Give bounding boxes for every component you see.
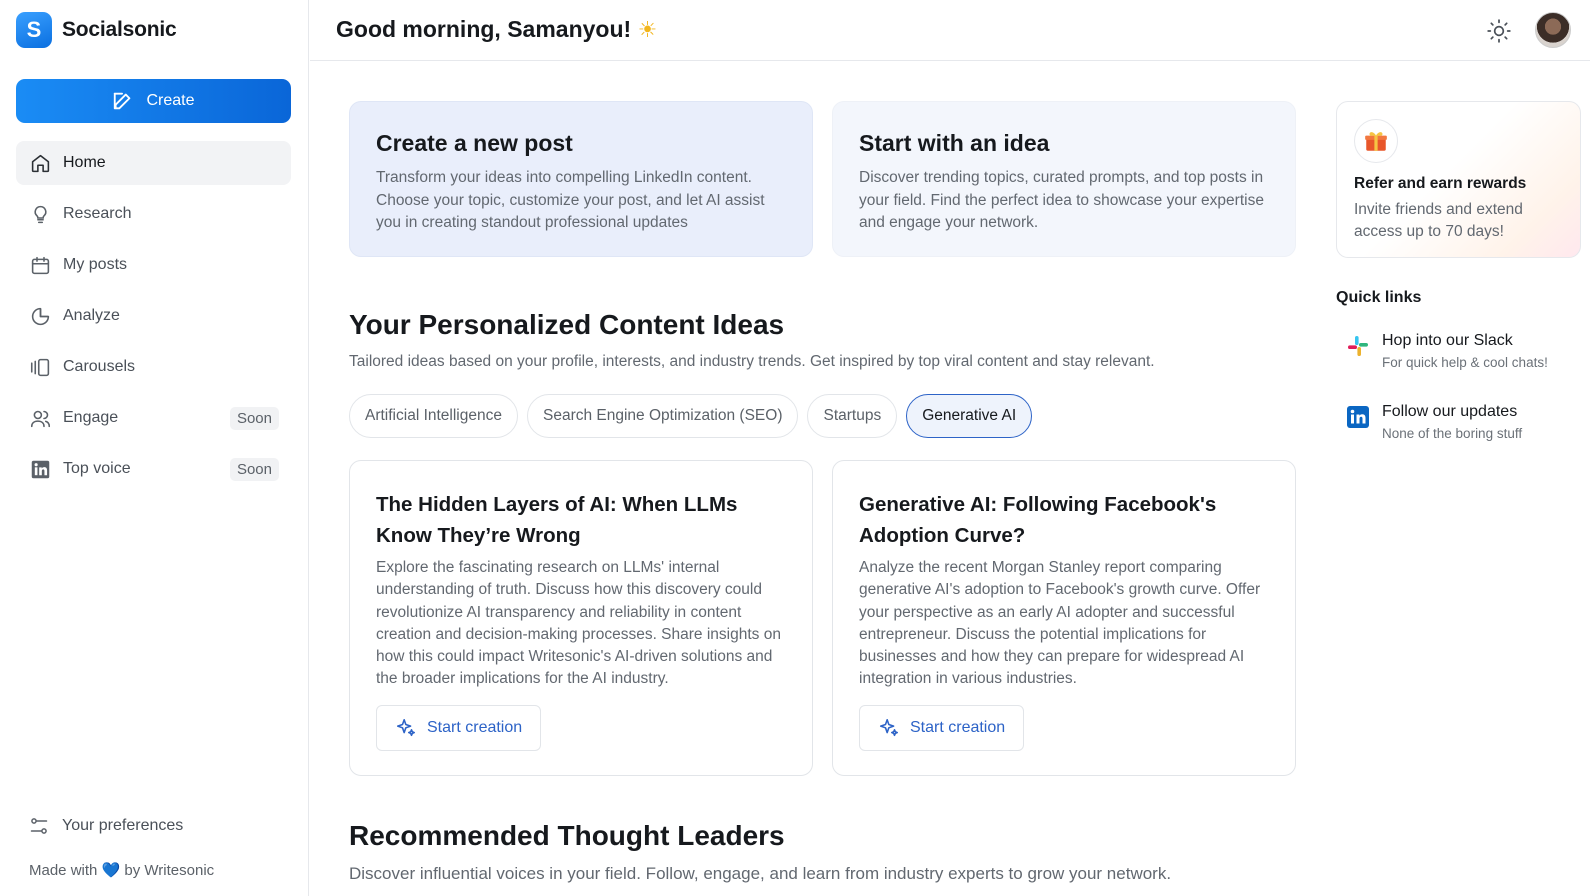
idea-title: Generative AI: Following Facebook's Adop… [859, 493, 1217, 547]
sidebar-item-label: Analyze [63, 307, 120, 324]
quick-links-title: Quick links [1336, 289, 1422, 306]
sun-icon [1487, 19, 1511, 43]
button-label: Start creation [427, 719, 523, 736]
home-icon [29, 152, 51, 174]
section-title: Recommended Thought Leaders [349, 820, 785, 851]
topic-chip[interactable]: Startups [807, 394, 898, 438]
brand-logo-icon: S [16, 12, 52, 48]
soon-badge: Soon [229, 406, 279, 430]
sidebar-item-engage[interactable]: Engage Soon [16, 396, 291, 440]
footer-prefix: Made with [29, 862, 98, 879]
footer-credit: Made with 💙 by Writesonic [29, 861, 214, 879]
idea-body: Explore the fascinating research on LLMs… [376, 559, 781, 688]
sidebar-item-my-posts[interactable]: My posts [16, 243, 291, 287]
brand[interactable]: S Socialsonic [16, 12, 177, 48]
carousel-icon [29, 356, 51, 378]
quick-link-title: Hop into our Slack [1382, 332, 1513, 349]
soon-badge: Soon [229, 457, 279, 481]
start-creation-button[interactable]: Start creation [859, 705, 1025, 751]
users-icon [29, 407, 51, 429]
sidebar-item-label: Carousels [63, 358, 136, 375]
card-body: Transform your ideas into compelling Lin… [376, 169, 765, 231]
refer-title: Refer and earn rewards [1354, 175, 1527, 192]
card-body: Discover trending topics, curated prompt… [859, 169, 1264, 231]
top-header: Good morning, Samanyou! ☀ [310, 0, 1590, 61]
refer-card[interactable]: Refer and earn rewards Invite friends an… [1336, 101, 1581, 258]
topic-chip-selected[interactable]: Generative AI [906, 394, 1033, 438]
quick-link-subtitle: None of the boring stuff [1382, 426, 1523, 441]
sidebar-item-analyze[interactable]: Analyze [16, 294, 291, 338]
preferences-label: Your preferences [62, 817, 184, 834]
sidebar-item-label: My posts [63, 256, 128, 273]
sidebar-item-top-voice[interactable]: Top voice Soon [16, 447, 291, 491]
card-title: Start with an idea [859, 130, 1050, 156]
sidebar-item-label: Engage [63, 409, 119, 426]
pie-chart-icon [29, 305, 51, 327]
idea-body: Analyze the recent Morgan Stanley report… [859, 559, 1261, 688]
quick-link-linkedin[interactable]: Follow our updates None of the boring st… [1346, 403, 1522, 441]
sidebar: S Socialsonic Create Home Research My po… [0, 0, 309, 896]
card-title: Create a new post [376, 130, 573, 156]
preferences-link[interactable]: Your preferences [29, 816, 183, 836]
greeting-text: Good morning, Samanyou! [336, 16, 632, 42]
sidebar-item-label: Research [63, 205, 132, 222]
quick-link-title: Follow our updates [1382, 403, 1518, 420]
sidebar-item-research[interactable]: Research [16, 192, 291, 236]
sparkles-icon [879, 718, 899, 737]
footer-suffix: by Writesonic [124, 862, 215, 879]
section-subtitle: Tailored ideas based on your profile, in… [349, 353, 1155, 370]
slack-icon [1348, 336, 1368, 356]
section-title: Your Personalized Content Ideas [349, 309, 785, 340]
topic-chip[interactable]: Artificial Intelligence [349, 394, 518, 438]
refer-body: Invite friends and extend access up to 7… [1354, 201, 1523, 240]
create-button[interactable]: Create [16, 79, 291, 123]
linkedin-icon [1347, 406, 1369, 428]
create-post-card[interactable]: Create a new post Transform your ideas i… [349, 101, 813, 257]
topic-chip[interactable]: Search Engine Optimization (SEO) [526, 394, 799, 438]
idea-card: The Hidden Layers of AI: When LLMs Know … [349, 460, 813, 776]
start-with-idea-card[interactable]: Start with an idea Discover trending top… [832, 101, 1296, 257]
edit-icon [114, 92, 131, 110]
sidebar-item-label: Top voice [63, 460, 131, 477]
button-label: Start creation [910, 719, 1006, 736]
calendar-icon [29, 254, 51, 276]
avatar[interactable] [1535, 12, 1571, 48]
create-button-label: Create [146, 92, 195, 109]
page-title: Good morning, Samanyou! ☀ [336, 16, 657, 43]
sidebar-item-carousels[interactable]: Carousels [16, 345, 291, 389]
sun-emoji-icon: ☀ [637, 17, 658, 42]
sliders-icon [30, 818, 48, 834]
topic-chips: Artificial Intelligence Search Engine Op… [349, 394, 1033, 438]
quick-link-slack[interactable]: Hop into our Slack For quick help & cool… [1346, 332, 1548, 370]
sparkles-icon [396, 718, 416, 737]
sidebar-item-home[interactable]: Home [16, 141, 291, 185]
sidebar-nav: Home Research My posts Analyze Carousels… [16, 141, 291, 498]
section-subtitle: Discover influential voices in your fiel… [349, 864, 1172, 883]
quick-link-subtitle: For quick help & cool chats! [1382, 355, 1548, 370]
idea-title: The Hidden Layers of AI: When LLMs Know … [376, 493, 738, 547]
heart-icon: 💙 [101, 862, 121, 879]
start-creation-button[interactable]: Start creation [376, 705, 542, 751]
lightbulb-icon [29, 203, 51, 225]
linkedin-icon [29, 458, 51, 480]
brand-name: Socialsonic [62, 18, 177, 41]
sidebar-item-label: Home [63, 154, 106, 171]
theme-toggle-button[interactable] [1486, 18, 1512, 44]
gift-icon [1354, 119, 1398, 163]
idea-card: Generative AI: Following Facebook's Adop… [832, 460, 1296, 776]
